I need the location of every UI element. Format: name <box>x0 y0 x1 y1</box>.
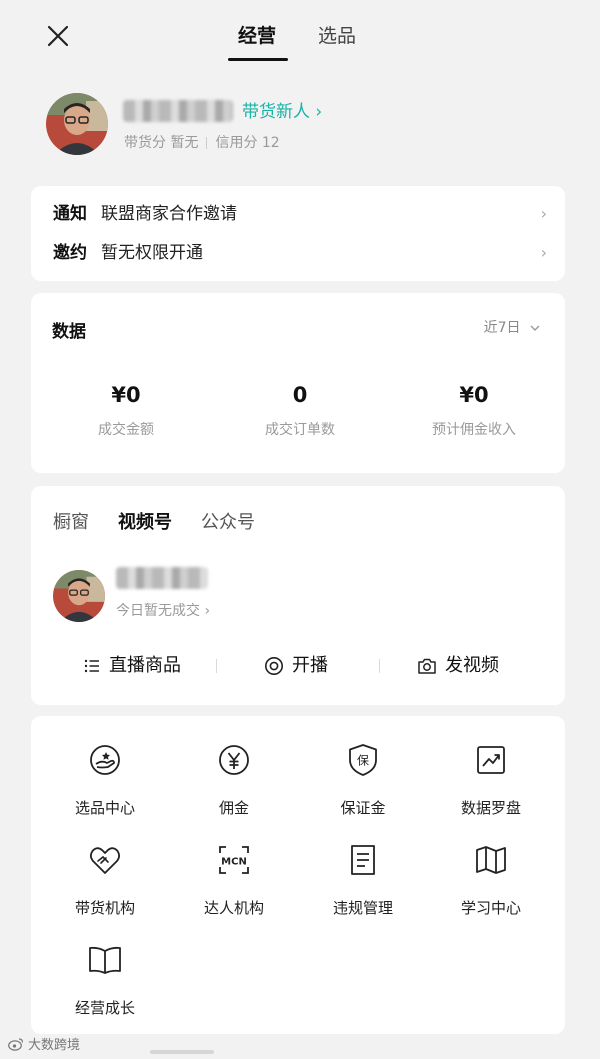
range-select[interactable]: 近7日 <box>484 317 541 339</box>
creator-level-link[interactable]: 带货新人 › <box>242 100 322 124</box>
tool-sales-agency[interactable]: 带货机构 <box>39 843 171 918</box>
profile-meta: 带货分 暂无 信用分 12 <box>124 133 280 153</box>
camera-icon <box>418 658 436 674</box>
shield-icon: 保 <box>349 744 377 776</box>
chevron-down-icon <box>530 325 540 331</box>
tool-business-growth[interactable]: 经营成长 <box>39 943 171 1018</box>
tools-card: 选品中心 佣金 保 保证金 数据罗盘 带货机构 MCN 达人机构 违规管理 学习… <box>31 716 565 1034</box>
data-card: 数据 近7日 ¥0 成交金额 0 成交订单数 ¥0 预计佣金收入 <box>31 293 565 473</box>
today-sales-link[interactable]: 今日暂无成交 › <box>116 600 210 620</box>
sales-score: 带货分 暂无 <box>124 135 199 151</box>
heart-handshake-icon <box>89 847 121 874</box>
close-icon <box>47 25 69 47</box>
tab-product-selection[interactable]: 选品 <box>318 22 356 50</box>
watermark: 大数跨境 <box>8 1034 80 1053</box>
svg-text:MCN: MCN <box>221 857 247 868</box>
tab-showcase[interactable]: 橱窗 <box>53 510 89 536</box>
channel-avatar[interactable] <box>53 570 105 622</box>
tab-active-indicator <box>228 58 288 61</box>
stat-gmv: ¥0 成交金额 <box>98 383 154 438</box>
tool-violation-management[interactable]: 违规管理 <box>297 843 429 918</box>
document-icon <box>351 845 375 875</box>
channel-card: 橱窗 视频号 公众号 今日暂无成交 › 直播商品 开播 发视频 <box>31 486 565 705</box>
stat-commission: ¥0 预计佣金收入 <box>432 383 516 438</box>
divider <box>216 659 217 673</box>
hand-coin-icon <box>90 745 120 775</box>
mcn-icon: MCN <box>219 846 249 874</box>
divider <box>379 659 380 673</box>
trend-chart-icon <box>477 746 505 774</box>
chevron-right-icon: › <box>200 603 211 619</box>
notification-card: 通知 联盟商家合作邀请 › 邀约 暂无权限开通 › <box>31 186 565 281</box>
live-icon <box>265 657 283 675</box>
live-products-button[interactable]: 直播商品 <box>83 653 181 679</box>
tool-product-center[interactable]: 选品中心 <box>39 743 171 818</box>
tab-official-account[interactable]: 公众号 <box>201 510 255 536</box>
chevron-right-icon: › <box>310 102 323 122</box>
tab-business[interactable]: 经营 <box>238 22 276 50</box>
channel-name-redacted <box>116 567 208 589</box>
tab-video-account[interactable]: 视频号 <box>118 510 172 536</box>
data-title: 数据 <box>52 322 86 342</box>
credit-score: 信用分 12 <box>215 135 280 151</box>
tool-influencer-agency[interactable]: MCN 达人机构 <box>168 843 300 918</box>
chevron-right-icon: › <box>540 243 547 262</box>
tool-learning-center[interactable]: 学习中心 <box>425 843 557 918</box>
close-button[interactable] <box>44 22 72 50</box>
post-video-button[interactable]: 发视频 <box>417 653 499 679</box>
svg-text:保: 保 <box>357 754 369 768</box>
avatar[interactable] <box>46 93 108 155</box>
start-live-button[interactable]: 开播 <box>264 653 328 679</box>
chevron-right-icon: › <box>540 204 547 223</box>
stat-orders: 0 成交订单数 <box>265 383 335 438</box>
tool-commission[interactable]: 佣金 <box>168 743 300 818</box>
open-book-icon <box>89 946 121 974</box>
tool-data-compass[interactable]: 数据罗盘 <box>425 743 557 818</box>
username-redacted <box>123 100 233 122</box>
notification-row-notice[interactable]: 通知 联盟商家合作邀请 › <box>53 199 549 229</box>
notification-row-invite[interactable]: 邀约 暂无权限开通 › <box>53 238 549 268</box>
list-icon <box>84 659 99 673</box>
yen-icon <box>219 745 249 775</box>
home-indicator <box>150 1050 214 1054</box>
map-book-icon <box>476 846 506 874</box>
tool-deposit[interactable]: 保 保证金 <box>297 743 429 818</box>
weibo-logo-icon <box>8 1037 24 1051</box>
